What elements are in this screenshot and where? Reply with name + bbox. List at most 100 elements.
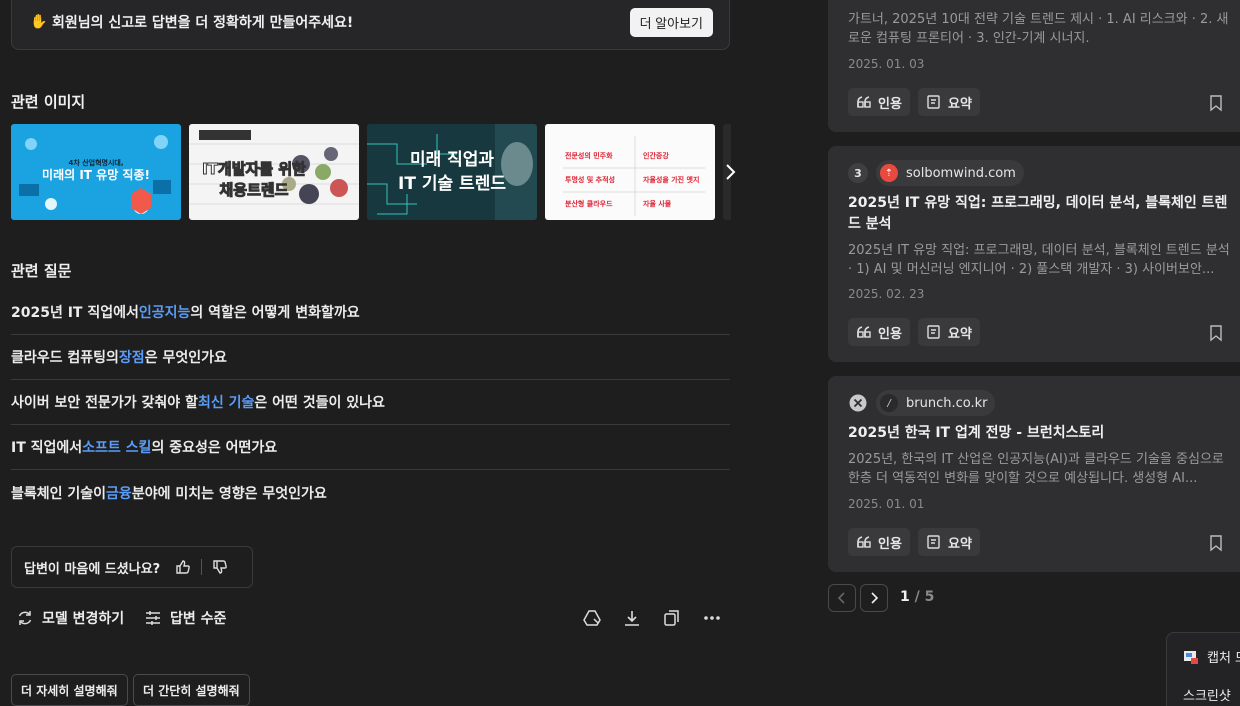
prev-page-button[interactable] xyxy=(828,584,856,612)
question-text: 2025년 IT 직업에서 xyxy=(11,305,139,321)
cite-label: 인용 xyxy=(878,326,902,342)
related-questions-title: 관련 질문 xyxy=(11,262,72,280)
source-date: 2025. 02. 23 xyxy=(848,287,925,301)
page-indicator: 1 / 5 xyxy=(900,589,934,605)
learn-more-button[interactable]: 더 알아보기 xyxy=(629,7,713,37)
summary-icon xyxy=(927,535,940,549)
source-date: 2025. 01. 01 xyxy=(848,497,925,511)
source-date: 2025. 01. 03 xyxy=(848,57,925,71)
related-images-strip: 4차 산업혁명시대, 미래의 IT 유망 직종! IT개발자를 위한 채용트렌드 … xyxy=(11,124,731,220)
summary-icon xyxy=(927,95,940,109)
cite-button[interactable]: 인용 xyxy=(848,318,910,346)
image-3-caption: 미래 직업과 IT 기술 트렌드 xyxy=(398,150,506,194)
source-domain: brunch.co.kr xyxy=(906,395,988,411)
source-card-3[interactable]: / brunch.co.kr 2025년 한국 IT 업계 전망 - 브런치스토… xyxy=(828,376,1240,572)
feedback-divider xyxy=(201,559,203,575)
drive-share-icon[interactable] xyxy=(582,608,602,628)
summary-button[interactable]: 요약 xyxy=(918,528,980,556)
question-text: 블록체인 기술이 xyxy=(11,485,107,502)
source-card-1[interactable]: 가트너, 2025년 10대 전략 기술 트렌드 제시 · 1. AI 리스크와… xyxy=(828,0,1240,132)
bookmark-icon[interactable] xyxy=(1208,94,1224,112)
source-snippet: 가트너, 2025년 10대 전략 기술 트렌드 제시 · 1. AI 리스크와… xyxy=(848,12,1229,46)
question-text: 의 역할은 어떻게 변화할까요 xyxy=(190,305,360,321)
cite-label: 인용 xyxy=(878,536,902,552)
more-detail-chip[interactable]: 더 자세히 설명해줘 xyxy=(11,674,128,706)
quote-icon xyxy=(857,536,871,548)
change-model-label: 모델 변경하기 xyxy=(42,611,125,627)
chevron-right-icon xyxy=(726,164,736,180)
source-snippet: 2025년, 한국의 IT 산업은 인공지능(AI)과 클라우드 기술을 중심으… xyxy=(848,452,1224,486)
total-pages: / 5 xyxy=(909,589,935,605)
next-page-button[interactable] xyxy=(860,584,888,612)
related-question-3[interactable]: 사이버 보안 전문가가 갖춰야 할 최신 기술 은 어떤 것들이 있나요 xyxy=(11,380,730,425)
summary-button[interactable]: 요약 xyxy=(918,88,980,116)
summary-label: 요약 xyxy=(948,536,972,552)
bookmark-icon[interactable] xyxy=(1208,324,1224,342)
feedback-box: 답변이 마음에 드셨나요? xyxy=(11,546,253,588)
report-banner: ✋ 회원님의 신고로 답변을 더 정확하게 만들어주세요! 더 알아보기 xyxy=(11,0,730,50)
question-text: 사이버 보안 전문가가 갖춰야 할 xyxy=(11,395,198,411)
close-circle-icon[interactable] xyxy=(848,393,868,413)
chevron-left-icon xyxy=(837,592,845,604)
capture-mode-label: 캡처 모 xyxy=(1207,651,1240,666)
raised-hand-icon: ✋ xyxy=(30,14,48,30)
summary-label: 요약 xyxy=(948,326,972,342)
related-image-2[interactable]: IT개발자를 위한 채용트렌드 xyxy=(189,124,359,220)
current-page: 1 xyxy=(900,589,910,605)
question-highlight: 인공지능 xyxy=(138,305,191,321)
image-2-caption: IT개발자를 위한 채용트렌드 xyxy=(202,160,307,200)
related-question-5[interactable]: 블록체인 기술이 금융 분야에 미치는 영향은 무엇인가요 xyxy=(11,470,730,515)
more-options-icon[interactable] xyxy=(702,608,722,628)
related-images-title: 관련 이미지 xyxy=(11,93,86,111)
capture-icon xyxy=(1184,650,1198,664)
thumbs-down-icon[interactable] xyxy=(211,558,229,576)
image-4-dividers xyxy=(563,136,705,216)
related-question-4[interactable]: IT 직업에서 소프트 스킬 의 중요성은 어떤가요 xyxy=(11,425,730,470)
source-domain-pill[interactable]: / brunch.co.kr xyxy=(876,390,996,416)
source-title[interactable]: 2025년 IT 유망 직업: 프로그래밍, 데이터 분석, 블록체인 트렌드 … xyxy=(848,193,1238,235)
screenshot-item[interactable]: 스크린샷 xyxy=(1183,685,1231,704)
copy-icon[interactable] xyxy=(662,608,682,628)
download-icon[interactable] xyxy=(622,608,642,628)
bookmark-icon[interactable] xyxy=(1208,534,1224,552)
report-banner-message: 회원님의 신고로 답변을 더 정확하게 만들어주세요! xyxy=(52,15,354,31)
question-text: 분야에 미치는 영향은 무엇인가요 xyxy=(131,485,327,502)
answer-toolbar: 모델 변경하기 답변 수준 xyxy=(16,604,726,632)
question-highlight: 금융 xyxy=(106,485,132,502)
capture-mode-item[interactable]: 캡처 모 xyxy=(1183,647,1240,666)
related-image-3[interactable]: 미래 직업과 IT 기술 트렌드 xyxy=(367,124,537,220)
images-next-button[interactable] xyxy=(716,152,744,192)
source-rank-badge: 3 xyxy=(848,163,868,183)
question-text: 클라우드 컴퓨팅의 xyxy=(11,350,119,366)
related-question-1[interactable]: 2025년 IT 직업에서 인공지능 의 역할은 어떻게 변화할까요 xyxy=(11,290,730,335)
summary-icon xyxy=(927,325,940,339)
related-image-4[interactable]: 전문성의 민주화 투명성 및 추적성 분산형 클라우드 인간증강 자율성을 가진 엣지… xyxy=(545,124,715,220)
source-snippet: 2025년 IT 유망 직업: 프로그래밍, 데이터 분석, 블록체인 트렌드 … xyxy=(848,243,1230,277)
image-1-caption-main: 미래의 IT 유망 직종! xyxy=(42,168,150,182)
chevron-right-icon xyxy=(871,592,879,604)
source-card-2[interactable]: 3 ⇡ solbomwind.com 2025년 IT 유망 직업: 프로그래밍… xyxy=(828,146,1240,362)
summary-button[interactable]: 요약 xyxy=(918,318,980,346)
question-text: IT 직업에서 xyxy=(11,440,83,456)
question-text: 의 중요성은 어떤가요 xyxy=(151,440,278,456)
feedback-question: 답변이 마음에 드셨나요? xyxy=(24,561,161,577)
source-title[interactable]: 2025년 한국 IT 업계 전망 - 브런치스토리 xyxy=(848,423,1238,444)
answer-level-button[interactable]: 답변 수준 xyxy=(144,604,226,632)
brunch-favicon: / xyxy=(880,394,898,412)
change-model-button[interactable]: 모델 변경하기 xyxy=(16,604,124,632)
cite-button[interactable]: 인용 xyxy=(848,528,910,556)
quote-icon xyxy=(857,96,871,108)
answer-level-label: 답변 수준 xyxy=(170,611,227,627)
related-questions-list: 2025년 IT 직업에서 인공지능 의 역할은 어떻게 변화할까요 클라우드 컴… xyxy=(11,290,730,515)
thumbs-up-icon[interactable] xyxy=(174,558,192,576)
source-domain: solbomwind.com xyxy=(906,165,1016,181)
cite-button[interactable]: 인용 xyxy=(848,88,910,116)
simpler-chip[interactable]: 더 간단히 설명해줘 xyxy=(133,674,250,706)
related-question-2[interactable]: 클라우드 컴퓨팅의 장점 은 무엇인가요 xyxy=(11,335,730,380)
source-domain-pill[interactable]: ⇡ solbomwind.com xyxy=(876,160,1024,186)
cite-label: 인용 xyxy=(878,96,902,112)
related-image-1[interactable]: 4차 산업혁명시대, 미래의 IT 유망 직종! xyxy=(11,124,181,220)
question-text: 은 어떤 것들이 있나요 xyxy=(254,395,385,411)
sliders-icon xyxy=(146,611,160,625)
solbomwind-favicon: ⇡ xyxy=(880,164,898,182)
